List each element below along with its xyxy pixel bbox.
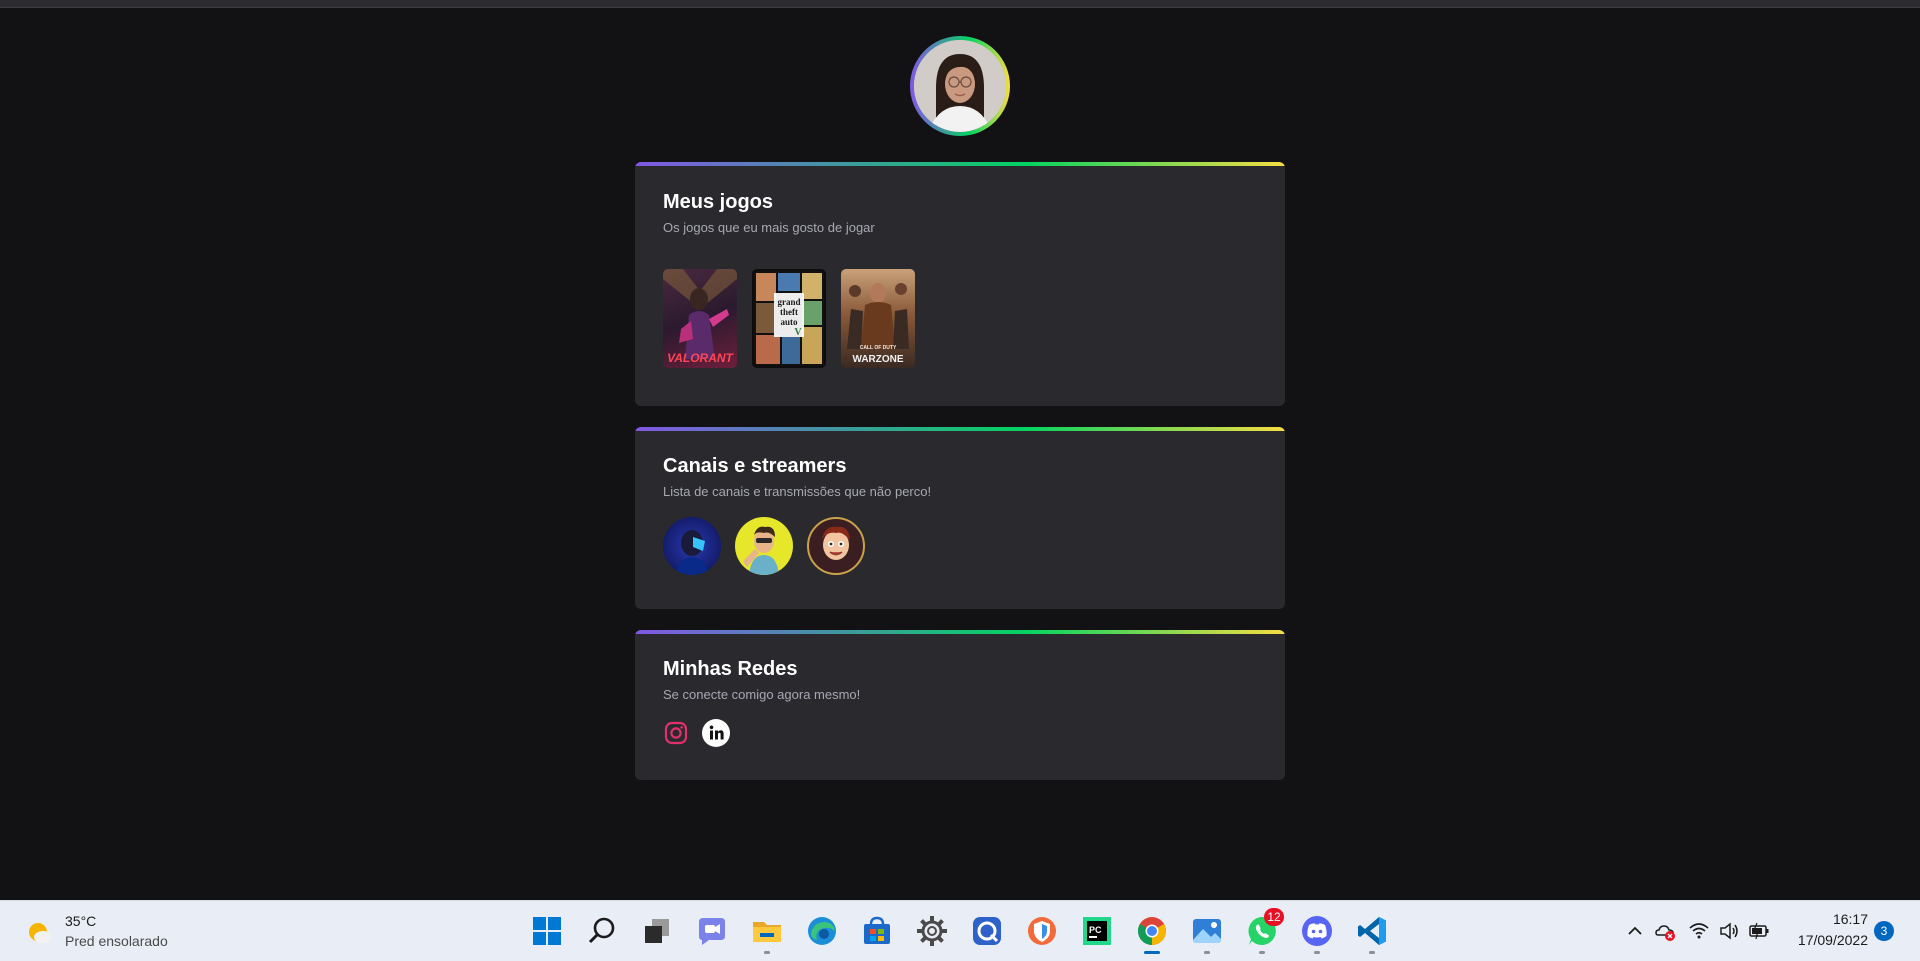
whatsapp-running-indicator xyxy=(1259,951,1265,954)
battery-charging-icon[interactable] xyxy=(1748,920,1770,942)
channels-card: Canais e streamers Lista de canais e tra… xyxy=(635,427,1285,609)
networks-title: Minhas Redes xyxy=(663,658,798,680)
weather-condition[interactable]: Pred ensolarado xyxy=(65,933,168,949)
security-shield-icon[interactable] xyxy=(1025,914,1059,948)
linkedin-icon[interactable] xyxy=(701,718,731,748)
profile-avatar xyxy=(914,40,1006,132)
game-cover-warzone[interactable]: CALL OF DUTY WARZONE xyxy=(841,269,915,368)
chrome-active-indicator xyxy=(1144,951,1160,954)
networks-subtitle: Se conecte comigo agora mesmo! xyxy=(663,687,861,702)
profile-avatar-ring xyxy=(910,36,1010,136)
settings-gear-icon[interactable] xyxy=(915,914,949,948)
weather-sun-icon[interactable] xyxy=(24,917,54,947)
discord-running-indicator xyxy=(1314,951,1320,954)
svg-text:auto: auto xyxy=(780,317,798,327)
search-icon[interactable] xyxy=(585,914,619,948)
taskbar: 35°C Pred ensolarado PC 12 16:17 17/09/2… xyxy=(0,900,1920,961)
channels-title: Canais e streamers xyxy=(663,455,847,477)
svg-text:V: V xyxy=(794,327,802,338)
notification-count-badge[interactable]: 3 xyxy=(1874,921,1894,941)
photos-icon[interactable] xyxy=(1190,914,1224,948)
warzone-logo-text: WARZONE xyxy=(852,354,904,365)
file-explorer-running-indicator xyxy=(764,951,770,954)
game-cover-valorant[interactable]: VALORANT xyxy=(663,269,737,368)
channel-avatar-2[interactable] xyxy=(735,517,793,575)
edge-icon[interactable] xyxy=(805,914,839,948)
pycharm-icon[interactable]: PC xyxy=(1080,914,1114,948)
weather-temperature[interactable]: 35°C xyxy=(65,913,96,929)
vscode-icon[interactable] xyxy=(1355,914,1389,948)
chrome-icon[interactable] xyxy=(1135,914,1169,948)
file-explorer-icon[interactable] xyxy=(750,914,784,948)
instagram-icon[interactable] xyxy=(661,718,691,748)
volume-icon[interactable] xyxy=(1718,920,1740,942)
svg-text:grand: grand xyxy=(777,297,800,307)
vscode-running-indicator xyxy=(1369,951,1375,954)
clock-time[interactable]: 16:17 xyxy=(1800,911,1868,927)
browser-top-strip xyxy=(0,0,1920,8)
games-subtitle: Os jogos que eu mais gosto de jogar xyxy=(663,220,875,235)
whatsapp-unread-badge: 12 xyxy=(1264,908,1284,926)
store-icon[interactable] xyxy=(860,914,894,948)
svg-text:theft: theft xyxy=(780,307,798,317)
valorant-logo-text: VALORANT xyxy=(667,351,733,365)
task-view-icon[interactable] xyxy=(640,914,674,948)
warzone-cod-text: CALL OF DUTY xyxy=(860,345,897,351)
channel-avatar-3[interactable] xyxy=(807,517,865,575)
teams-chat-icon[interactable] xyxy=(695,914,729,948)
show-hidden-icons-chevron-icon[interactable] xyxy=(1624,920,1646,942)
svg-text:PC: PC xyxy=(1089,925,1102,935)
blue-c-app-icon[interactable] xyxy=(970,914,1004,948)
clock-date[interactable]: 17/09/2022 xyxy=(1784,932,1868,948)
channels-subtitle: Lista de canais e transmissões que não p… xyxy=(663,484,932,499)
game-cover-gta-v[interactable]: grand theft auto V xyxy=(752,269,826,368)
photos-running-indicator xyxy=(1204,951,1210,954)
games-title: Meus jogos xyxy=(663,191,774,213)
wifi-icon[interactable] xyxy=(1688,920,1710,942)
games-card: Meus jogos Os jogos que eu mais gosto de… xyxy=(635,162,1285,406)
channel-avatar-1[interactable] xyxy=(663,517,721,575)
networks-card: Minhas Redes Se conecte comigo agora mes… xyxy=(635,630,1285,780)
onedrive-error-icon[interactable] xyxy=(1654,920,1676,942)
start-icon[interactable] xyxy=(530,914,564,948)
discord-icon[interactable] xyxy=(1300,914,1334,948)
